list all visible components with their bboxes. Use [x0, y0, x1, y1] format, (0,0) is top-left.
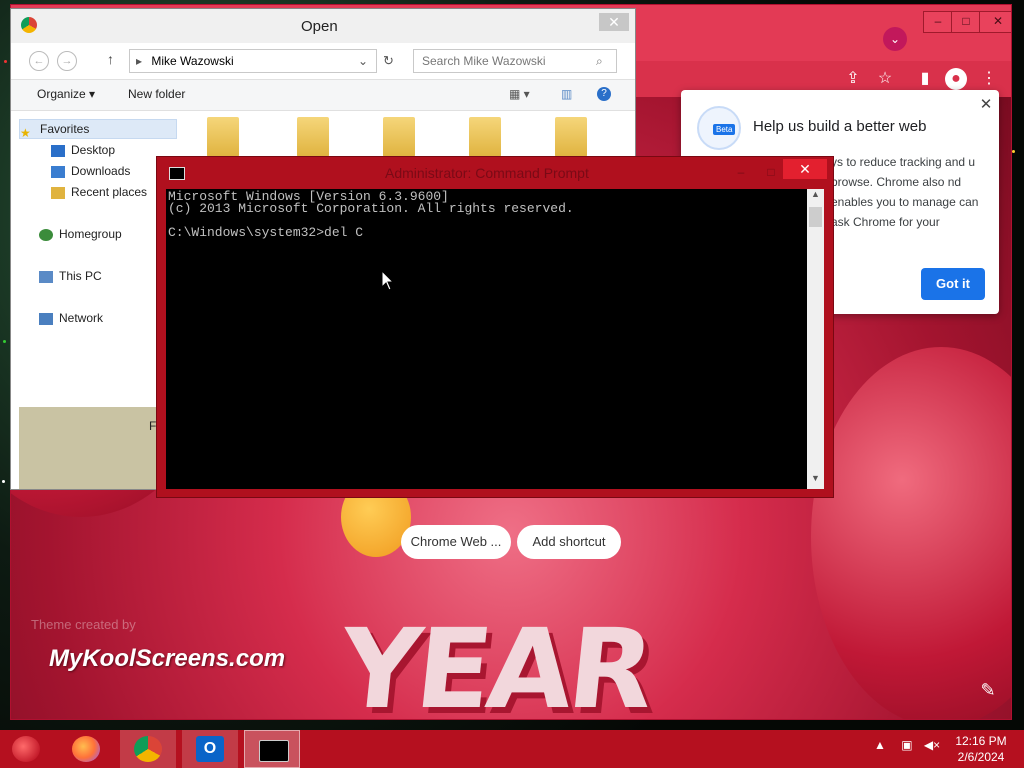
share-icon[interactable]: ⇪ — [841, 67, 865, 91]
dialog-title: Open — [301, 18, 338, 35]
chrome-icon — [134, 736, 162, 762]
forward-button[interactable]: → — [57, 51, 77, 71]
taskbar-outlook[interactable]: O — [182, 730, 238, 768]
cmd-icon — [259, 740, 289, 762]
nav-favorites-label: Favorites — [40, 122, 90, 136]
nav-downloads-label: Downloads — [71, 164, 131, 178]
nav-downloads[interactable]: Downloads — [51, 164, 130, 178]
address-text: Mike Wazowski — [151, 54, 234, 68]
scroll-up-icon[interactable]: ▲ — [809, 189, 822, 203]
nav-recent-label: Recent places — [71, 185, 148, 199]
network-icon — [39, 312, 53, 325]
command-prompt-window: Administrator: Command Prompt – □ ✕ Micr… — [156, 156, 834, 498]
search-box[interactable]: Search Mike Wazowski ⌕ — [413, 49, 617, 73]
refresh-icon[interactable]: ↻ — [383, 53, 394, 69]
year-banner-text: YEAR — [334, 605, 657, 720]
navigation-pane: ★ Favorites Desktop Downloads Recent plac… — [19, 117, 179, 407]
address-bar[interactable]: ▸ Mike Wazowski ⌄ — [129, 49, 377, 73]
folder-item[interactable] — [555, 117, 587, 157]
cmd-window-icon — [169, 167, 185, 180]
chrome-logo-icon — [21, 17, 37, 33]
scroll-down-icon[interactable]: ▼ — [809, 473, 822, 487]
help-icon[interactable]: ? — [597, 87, 611, 101]
brand-text: MyKoolScreens.com — [49, 645, 286, 672]
shortcut-chrome-web-store[interactable]: Chrome Web ... — [401, 525, 511, 559]
beta-badge: Beta — [713, 124, 736, 135]
star-icon: ★ — [20, 125, 31, 140]
tray-expand-icon[interactable]: ▲ — [874, 738, 886, 752]
popup-title: Help us build a better web — [753, 118, 927, 135]
close-button[interactable]: ✕ — [979, 11, 1011, 33]
new-folder-button[interactable]: New folder — [128, 87, 185, 101]
clock-date: 2/6/2024 — [957, 750, 1005, 764]
shortcut-add[interactable]: Add shortcut — [517, 525, 621, 559]
bookmark-star-icon[interactable]: ☆ — [873, 67, 897, 91]
start-button[interactable] — [0, 730, 52, 768]
folder-item[interactable] — [383, 117, 415, 157]
organize-button[interactable]: Organize ▾ — [37, 87, 95, 101]
cmd-console-output[interactable]: Microsoft Windows [Version 6.3.9600] (c)… — [166, 189, 807, 489]
view-options-icon[interactable]: ▦ ▾ — [509, 87, 530, 101]
sidepanel-icon[interactable]: ▮ — [913, 67, 937, 91]
search-icon: ⌕ — [596, 54, 603, 68]
up-button[interactable]: ↑ — [107, 51, 114, 67]
nav-desktop-label: Desktop — [71, 143, 116, 157]
got-it-button[interactable]: Got it — [921, 268, 985, 300]
nav-desktop[interactable]: Desktop — [51, 143, 115, 157]
homegroup-icon — [39, 228, 53, 241]
cmd-maximize-button[interactable]: □ — [761, 165, 781, 181]
downloads-icon — [51, 165, 65, 178]
taskbar-clock[interactable]: 12:16 PM 2/6/2024 — [946, 733, 1016, 765]
nav-this-pc[interactable]: This PC — [39, 269, 102, 283]
folder-item[interactable] — [469, 117, 501, 157]
cmd-title: Administrator: Command Prompt — [385, 165, 589, 181]
popup-body: ys to reduce tracking and u browse. Chro… — [831, 155, 979, 229]
profile-dropdown-icon[interactable]: ⌄ — [883, 27, 907, 51]
scroll-thumb[interactable] — [809, 207, 822, 227]
nav-homegroup[interactable]: Homegroup — [39, 227, 122, 241]
outlook-icon: O — [196, 736, 224, 762]
dialog-close-button[interactable]: ✕ — [599, 13, 629, 31]
cmd-scrollbar[interactable]: ▲ ▼ — [807, 189, 824, 489]
cmd-close-button[interactable]: ✕ — [783, 159, 827, 179]
cmd-minimize-button[interactable]: – — [731, 165, 751, 181]
nav-network-label: Network — [59, 311, 104, 325]
back-button[interactable]: ← — [29, 51, 49, 71]
nav-favorites[interactable]: ★ Favorites — [19, 119, 177, 140]
network-status-icon[interactable]: ▣ — [901, 738, 912, 752]
folder-icon: ▸ — [136, 54, 143, 68]
folder-item[interactable] — [207, 117, 239, 157]
this-pc-icon — [39, 270, 53, 283]
taskbar-cmd[interactable] — [244, 730, 300, 768]
taskbar-chrome[interactable] — [120, 730, 176, 768]
desktop-icon — [51, 144, 65, 157]
volume-muted-icon[interactable]: ◀× — [924, 738, 940, 752]
nav-thispc-label: This PC — [59, 269, 102, 283]
command-bar — [11, 79, 635, 111]
start-ornament-icon — [12, 736, 40, 762]
nav-network[interactable]: Network — [39, 311, 103, 325]
customize-pencil-icon[interactable]: ✎ — [973, 675, 1003, 705]
theme-credit: Theme created by — [31, 617, 136, 632]
popup-close-icon[interactable]: ✕ — [977, 96, 995, 114]
minimize-button[interactable]: – — [923, 11, 953, 33]
balloon-right — [811, 347, 1011, 719]
search-placeholder: Search Mike Wazowski — [422, 54, 546, 68]
firefox-icon — [72, 736, 100, 762]
organize-label: Organize — [37, 87, 86, 101]
recent-places-icon — [51, 186, 65, 199]
nav-recent-places[interactable]: Recent places — [51, 185, 147, 199]
taskbar-firefox[interactable] — [58, 730, 114, 768]
clock-time: 12:16 PM — [955, 734, 1007, 748]
menu-kebab-icon[interactable]: ⋮ — [977, 67, 1001, 91]
address-dropdown-icon[interactable]: ⌄ — [358, 50, 368, 72]
system-tray: ▲ ▣ ◀× — [874, 738, 940, 752]
maximize-button[interactable]: □ — [951, 11, 981, 33]
nav-homegroup-label: Homegroup — [59, 227, 122, 241]
preview-pane-icon[interactable]: ▥ — [561, 87, 572, 101]
profile-avatar-icon[interactable]: ● — [945, 68, 967, 90]
folder-item[interactable] — [297, 117, 329, 157]
